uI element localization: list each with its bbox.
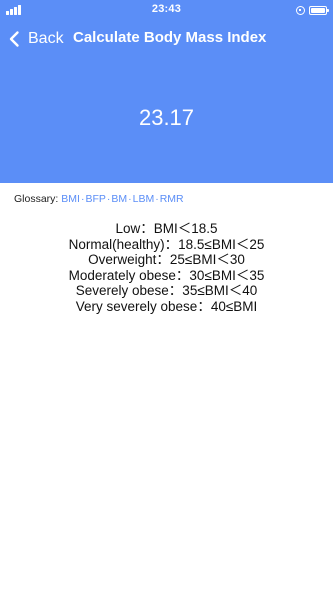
glossary-link-lbm[interactable]: LBM: [133, 193, 155, 205]
battery-icon: [309, 5, 329, 15]
glossary-separator: ·: [80, 193, 85, 205]
glossary-link-bm[interactable]: BM: [111, 193, 127, 205]
rotation-lock-icon: [296, 5, 305, 15]
glossary-link-rmr[interactable]: RMR: [160, 193, 184, 205]
category-very-severely-obese: Very severely obese：40≤BMI: [75, 298, 258, 314]
category-overweight: Overweight：25≤BMI＜30: [88, 252, 245, 267]
glossary-separator: ·: [128, 193, 132, 205]
glossary: Glossary: BMI·BFP·BM·LBM·RMR: [14, 193, 184, 205]
screen: 23:43 Back Calculate Body Mass Index 23.…: [0, 0, 333, 592]
category-low: Low：BMI＜18.5: [115, 221, 218, 236]
back-label: Back: [28, 29, 64, 47]
glossary-separator: ·: [155, 193, 159, 205]
back-button[interactable]: Back: [6, 26, 64, 51]
page-title: Calculate Body Mass Index: [73, 29, 267, 46]
result-panel: 23.17: [0, 57, 333, 183]
navigation-bar: Back Calculate Body Mass Index: [0, 20, 333, 57]
category-moderately-obese: Moderately obese：30≤BMI＜35: [68, 267, 265, 283]
bmi-category-list: Low：BMI＜18.5 Normal(healthy)：18.5≤BMI＜25…: [0, 221, 333, 314]
status-time: 23:43: [151, 3, 182, 15]
chevron-left-icon: [9, 30, 19, 47]
glossary-label: Glossary:: [14, 193, 59, 205]
glossary-separator: ·: [106, 193, 111, 205]
status-bar: 23:43: [0, 0, 333, 20]
glossary-link-bfp[interactable]: BFP: [85, 193, 105, 205]
glossary-link-bmi[interactable]: BMI: [61, 193, 80, 205]
category-normal: Normal(healthy)：18.5≤BMI＜25: [68, 236, 265, 252]
status-icons: [296, 4, 329, 16]
category-severely-obese: Severely obese：35≤BMI＜40: [75, 283, 258, 298]
bmi-value: 23.17: [138, 105, 195, 130]
